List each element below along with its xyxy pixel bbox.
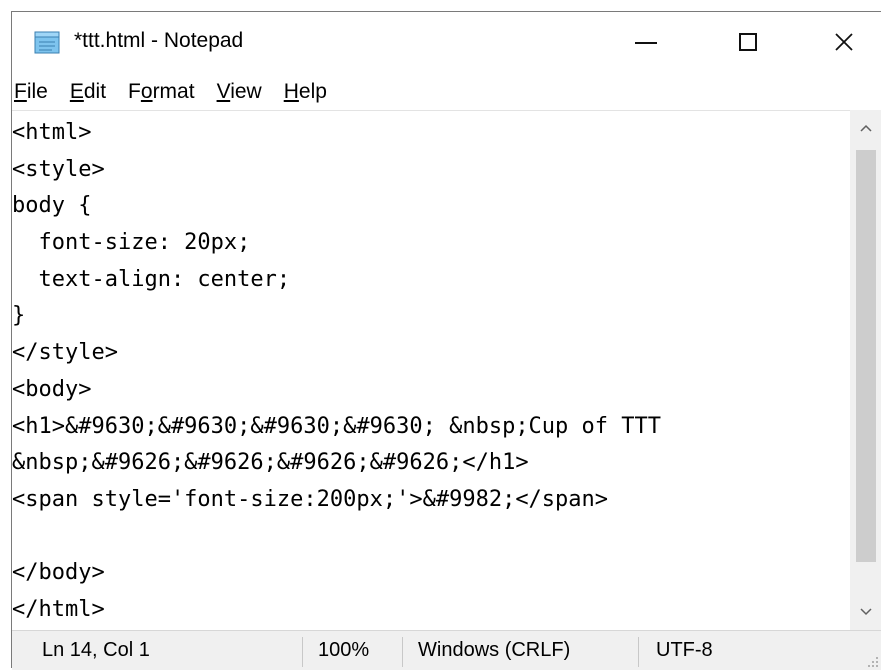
status-bar: Ln 14, Col 1 100% Windows (CRLF) UTF-8: [12, 630, 881, 670]
code-line: <style>: [12, 156, 105, 182]
scroll-up-button[interactable]: [850, 110, 881, 146]
status-divider: [638, 637, 639, 667]
code-line: body {: [12, 193, 92, 219]
status-cursor-position: Ln 14, Col 1: [42, 639, 150, 661]
close-icon: [835, 33, 853, 51]
code-line: </style>: [12, 340, 118, 366]
minimize-button[interactable]: [612, 12, 680, 72]
background-window-strip: [480, 0, 881, 11]
menu-edit[interactable]: Edit: [70, 80, 106, 104]
menu-format[interactable]: Format: [128, 80, 195, 104]
menu-help[interactable]: Help: [284, 80, 327, 104]
resize-grip-icon[interactable]: [865, 654, 879, 668]
status-divider: [302, 637, 303, 667]
vertical-scrollbar[interactable]: [850, 110, 881, 630]
code-line: </body>: [12, 560, 105, 586]
code-line: }: [12, 303, 26, 329]
chevron-up-icon: [860, 124, 872, 132]
scroll-thumb[interactable]: [856, 150, 876, 562]
text-editor[interactable]: <html> <style> body { font-size: 20px; tex…: [12, 110, 850, 631]
code-line: font-size: 20px;: [12, 230, 251, 256]
menu-view[interactable]: View: [217, 80, 262, 104]
chevron-down-icon: [860, 608, 872, 616]
editor-content[interactable]: <html> <style> body { font-size: 20px; tex…: [12, 111, 850, 629]
code-line: <body>: [12, 376, 92, 402]
scroll-down-button[interactable]: [850, 594, 881, 630]
minimize-icon: [635, 42, 657, 44]
code-line: <h1>&#9630;&#9630;&#9630;&#9630; &nbsp;C…: [12, 413, 662, 439]
code-line: <html>: [12, 120, 92, 145]
notepad-icon: [34, 31, 60, 54]
code-line: text-align: center;: [12, 266, 291, 292]
maximize-icon: [739, 33, 757, 51]
status-divider: [402, 637, 403, 667]
title-bar[interactable]: *ttt.html - Notepad: [12, 12, 881, 74]
menu-file[interactable]: File: [14, 80, 48, 104]
maximize-button[interactable]: [714, 12, 782, 72]
status-line-endings: Windows (CRLF): [418, 639, 571, 661]
close-button[interactable]: [810, 12, 878, 72]
window-title: *ttt.html - Notepad: [74, 29, 244, 52]
status-zoom: 100%: [318, 639, 370, 661]
notepad-window: *ttt.html - Notepad File Edit Format Vie…: [11, 11, 881, 670]
code-line: </html>: [12, 596, 105, 622]
code-line: <span style='font-size:200px;'>&#9982;</…: [12, 486, 609, 512]
menu-bar: File Edit Format View Help: [12, 74, 881, 110]
code-line: &nbsp;&#9626;&#9626;&#9626;&#9626;</h1>: [12, 450, 529, 476]
status-encoding: UTF-8: [656, 639, 713, 661]
